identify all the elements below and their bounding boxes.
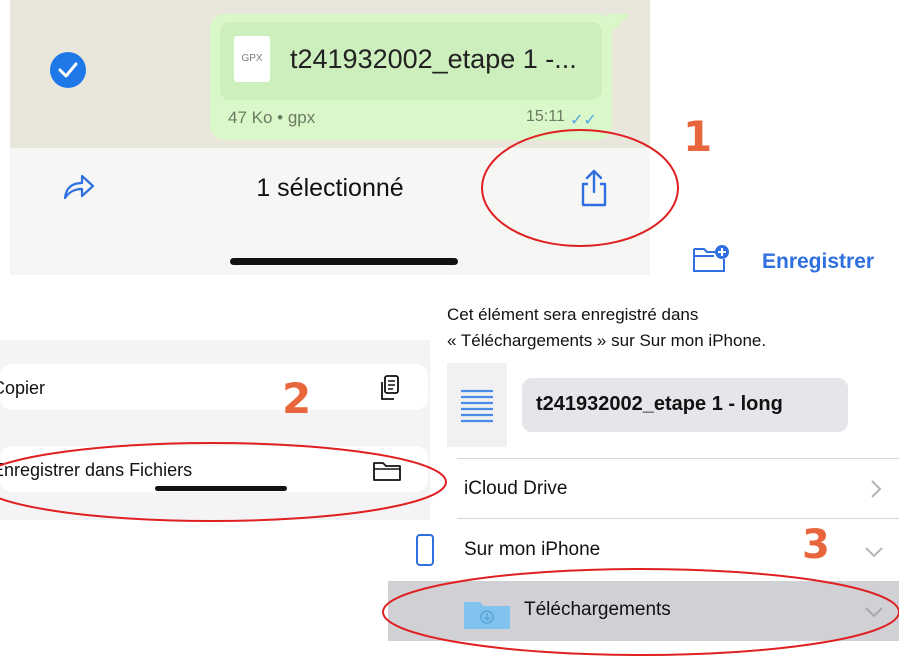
- location-icloud-drive[interactable]: iCloud Drive: [388, 460, 899, 518]
- share-action-copy[interactable]: Copier: [0, 364, 428, 410]
- whatsapp-panel: GPX t241932002_etape 1 -... 47 Ko • gpx …: [10, 0, 650, 275]
- downloads-label: Téléchargements: [524, 599, 671, 620]
- filename-field[interactable]: t241932002_etape 1 - long: [522, 378, 848, 432]
- selected-checkmark-icon[interactable]: [50, 52, 86, 88]
- chat-area: GPX t241932002_etape 1 -... 47 Ko • gpx …: [10, 0, 650, 148]
- save-to-files-label: Enregistrer dans Fichiers: [0, 460, 193, 480]
- annotation-step-2: 2: [282, 374, 312, 423]
- file-meta: 47 Ko • gpx: [228, 108, 316, 127]
- message-time: 15:11: [526, 108, 565, 125]
- message-bubble[interactable]: GPX t241932002_etape 1 -... 47 Ko • gpx …: [210, 14, 630, 140]
- file-attachment[interactable]: GPX t241932002_etape 1 -...: [220, 22, 602, 100]
- copy-icon: [378, 374, 402, 407]
- share-sheet: Copier Enregistrer dans Fichiers: [0, 340, 430, 520]
- chevron-right-icon: [870, 479, 882, 504]
- downloads-folder-icon: [464, 599, 510, 634]
- save-info-line1: Cet élément sera enregistré dans: [447, 305, 699, 324]
- filename-text: t241932002_etape 1 - long: [536, 393, 783, 415]
- save-button[interactable]: Enregistrer: [762, 250, 874, 274]
- folder-plus-icon[interactable]: [692, 243, 732, 280]
- share-icon[interactable]: [579, 168, 609, 213]
- document-thumbnail: [447, 363, 507, 447]
- annotation-step-1: 1: [683, 112, 713, 161]
- copy-label: Copier: [0, 378, 46, 398]
- home-indicator: [230, 258, 458, 265]
- chevron-down-icon: [864, 545, 884, 563]
- on-my-iphone-label: Sur mon iPhone: [464, 539, 601, 560]
- chevron-down-icon: [864, 605, 884, 623]
- divider: [457, 458, 899, 459]
- home-indicator: [155, 486, 287, 491]
- selection-toolbar: 1 sélectionné: [10, 148, 650, 275]
- annotation-step-3: 3: [802, 522, 830, 568]
- read-ticks-icon: ✓✓: [570, 112, 597, 129]
- location-downloads[interactable]: Téléchargements: [388, 581, 899, 641]
- selected-count: 1 sélectionné: [256, 174, 404, 202]
- gpx-file-icon: GPX: [234, 36, 270, 82]
- save-info-line2: « Téléchargements » sur Sur mon iPhone.: [447, 331, 767, 350]
- iphone-icon: [414, 533, 436, 572]
- file-name: t241932002_etape 1 -...: [290, 44, 577, 74]
- icloud-drive-label: iCloud Drive: [464, 478, 568, 499]
